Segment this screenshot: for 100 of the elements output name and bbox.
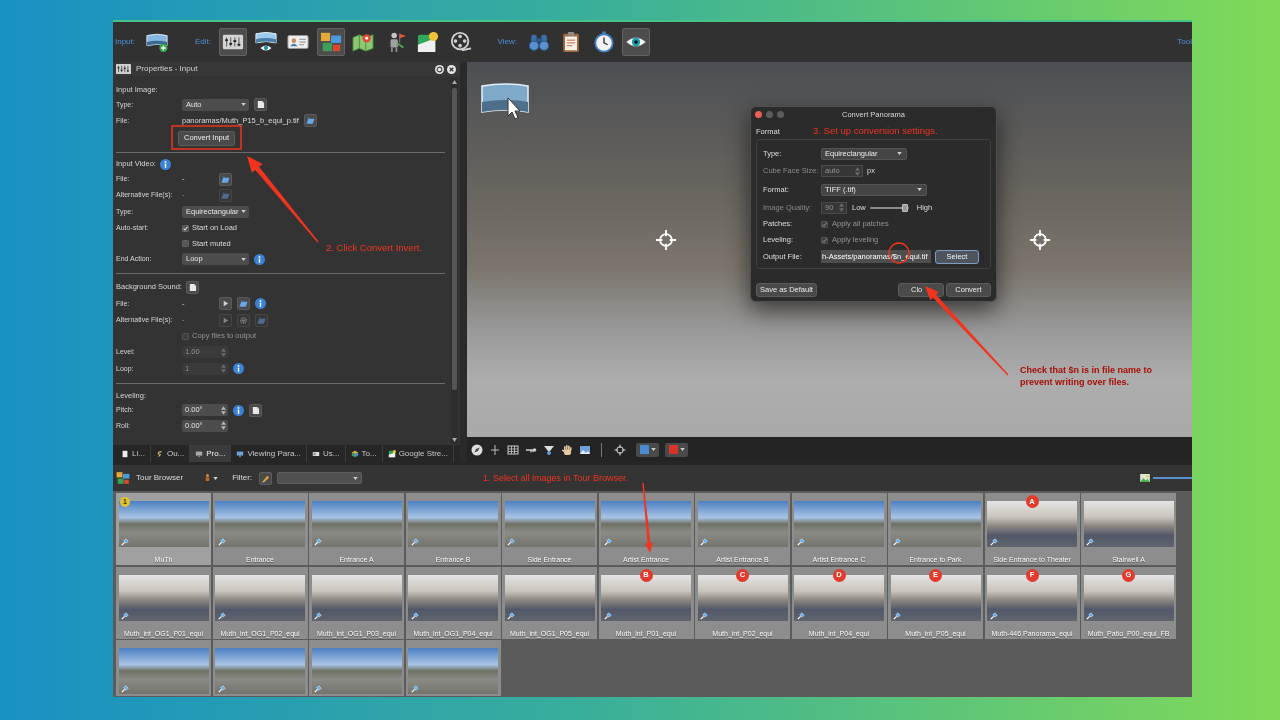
stopwatch-icon bbox=[592, 31, 615, 53]
dropdown-button[interactable] bbox=[203, 473, 219, 483]
pushpin-icon bbox=[603, 611, 612, 620]
compass-icon[interactable] bbox=[471, 443, 483, 456]
cube-icon bbox=[350, 449, 359, 458]
stepper-icon bbox=[855, 166, 860, 176]
pushpin-icon bbox=[217, 538, 226, 546]
detach-icon[interactable] bbox=[435, 64, 444, 74]
icon-button[interactable] bbox=[303, 114, 317, 127]
pushpin-icon bbox=[217, 611, 226, 620]
toolbar-group-label: Tool bbox=[1177, 36, 1192, 48]
folder-icon bbox=[239, 299, 248, 308]
icon-button[interactable] bbox=[185, 280, 199, 294]
stepper-icon bbox=[839, 203, 844, 212]
pushpin-icon bbox=[507, 538, 515, 546]
photo-stack-icon bbox=[116, 471, 130, 485]
grid-icon[interactable] bbox=[507, 443, 519, 456]
plus-icon[interactable] bbox=[489, 443, 501, 456]
pushpin-icon bbox=[1086, 538, 1094, 546]
pushpin-icon bbox=[410, 685, 419, 693]
toolbar-group-label: View: bbox=[497, 36, 517, 48]
stepper-icon bbox=[221, 421, 226, 430]
page-icon bbox=[121, 449, 129, 458]
pushpin-icon bbox=[121, 538, 129, 546]
icon-button[interactable] bbox=[219, 297, 232, 310]
window-close-icon[interactable] bbox=[755, 111, 762, 118]
film-reel-icon bbox=[449, 31, 472, 53]
image-icon[interactable] bbox=[579, 443, 591, 456]
toolbar-button[interactable] bbox=[316, 28, 345, 56]
gear-icon bbox=[239, 315, 248, 325]
thumbnail-tile[interactable] bbox=[405, 640, 501, 696]
info-icon[interactable] bbox=[159, 158, 171, 170]
pushpin-icon bbox=[989, 611, 998, 620]
caret-icon bbox=[213, 476, 219, 480]
caret-icon bbox=[353, 476, 359, 480]
page-icon bbox=[187, 282, 197, 292]
panel-title: Tour Browser bbox=[136, 472, 184, 484]
map-pin-icon bbox=[352, 31, 375, 53]
thumbnail-tile[interactable] bbox=[116, 640, 211, 696]
panel-title: Properties - Input bbox=[136, 63, 198, 75]
toolbar-group-label: Edit: bbox=[195, 36, 212, 48]
panel-tab[interactable]: Pro... bbox=[190, 445, 232, 462]
color-button[interactable] bbox=[636, 442, 659, 457]
info-icon[interactable] bbox=[233, 363, 244, 374]
pushpin-icon bbox=[507, 611, 515, 620]
info-icon[interactable] bbox=[255, 298, 266, 309]
caret-icon bbox=[897, 152, 902, 155]
info-icon[interactable] bbox=[254, 253, 265, 265]
scrollbar[interactable] bbox=[451, 78, 458, 444]
pushpin-icon bbox=[1086, 611, 1094, 620]
pushpin-icon bbox=[410, 538, 419, 546]
caret-icon bbox=[241, 257, 246, 261]
caret-icon bbox=[650, 448, 656, 451]
page-icon bbox=[251, 405, 260, 415]
thumbnail-tile[interactable] bbox=[212, 640, 308, 696]
map-tile-icon bbox=[417, 31, 440, 53]
pushpin-icon bbox=[893, 538, 901, 546]
pushpin-icon bbox=[700, 538, 708, 546]
pushpin-icon bbox=[121, 611, 129, 620]
highlight-rectangle bbox=[171, 125, 242, 150]
pushpin-icon bbox=[217, 685, 226, 693]
pencil-icon bbox=[261, 473, 271, 483]
pushpin-icon bbox=[796, 538, 805, 546]
annotation-text: 3. Set up conversion settings. bbox=[813, 124, 938, 138]
pushpin-icon bbox=[314, 685, 322, 693]
image-icon bbox=[1140, 474, 1150, 482]
icon-button[interactable] bbox=[249, 403, 262, 417]
pushpin-icon bbox=[314, 611, 322, 620]
pushpin-icon bbox=[796, 611, 805, 620]
hand-icon[interactable] bbox=[561, 443, 573, 456]
caret-icon bbox=[241, 103, 246, 106]
color-button[interactable] bbox=[665, 442, 688, 457]
slider-track[interactable] bbox=[869, 203, 909, 212]
icon-button[interactable] bbox=[219, 172, 232, 186]
panorama-cursor-icon bbox=[480, 82, 530, 120]
s-curve-icon bbox=[155, 449, 164, 458]
monitor-icon bbox=[195, 449, 204, 458]
stepper-icon bbox=[221, 364, 226, 373]
stepper-icon bbox=[221, 347, 226, 357]
toolbar-button[interactable] bbox=[622, 28, 651, 56]
info-icon[interactable] bbox=[233, 404, 244, 416]
pushpin-icon bbox=[989, 538, 998, 546]
panorama-plus-icon bbox=[146, 31, 168, 53]
icon-button[interactable] bbox=[259, 471, 273, 485]
close-icon[interactable] bbox=[447, 64, 456, 74]
monitor-icon bbox=[236, 449, 245, 458]
folder-icon bbox=[305, 116, 315, 125]
pushpin-icon bbox=[121, 685, 129, 693]
checkbox[interactable] bbox=[182, 224, 189, 232]
icon-button[interactable] bbox=[254, 98, 267, 111]
thumbnail-tile[interactable] bbox=[309, 640, 404, 696]
annotation-text: 1. Select all images in Tour Browser. bbox=[483, 472, 628, 485]
page-icon bbox=[256, 100, 265, 109]
crosshair-icon[interactable] bbox=[614, 443, 626, 456]
folder-icon bbox=[257, 315, 266, 325]
checkbox[interactable] bbox=[182, 240, 189, 247]
caret-icon bbox=[917, 188, 922, 191]
caret-icon bbox=[241, 210, 246, 213]
funnel-icon[interactable] bbox=[543, 443, 555, 456]
toolbar-button[interactable] bbox=[219, 28, 248, 56]
